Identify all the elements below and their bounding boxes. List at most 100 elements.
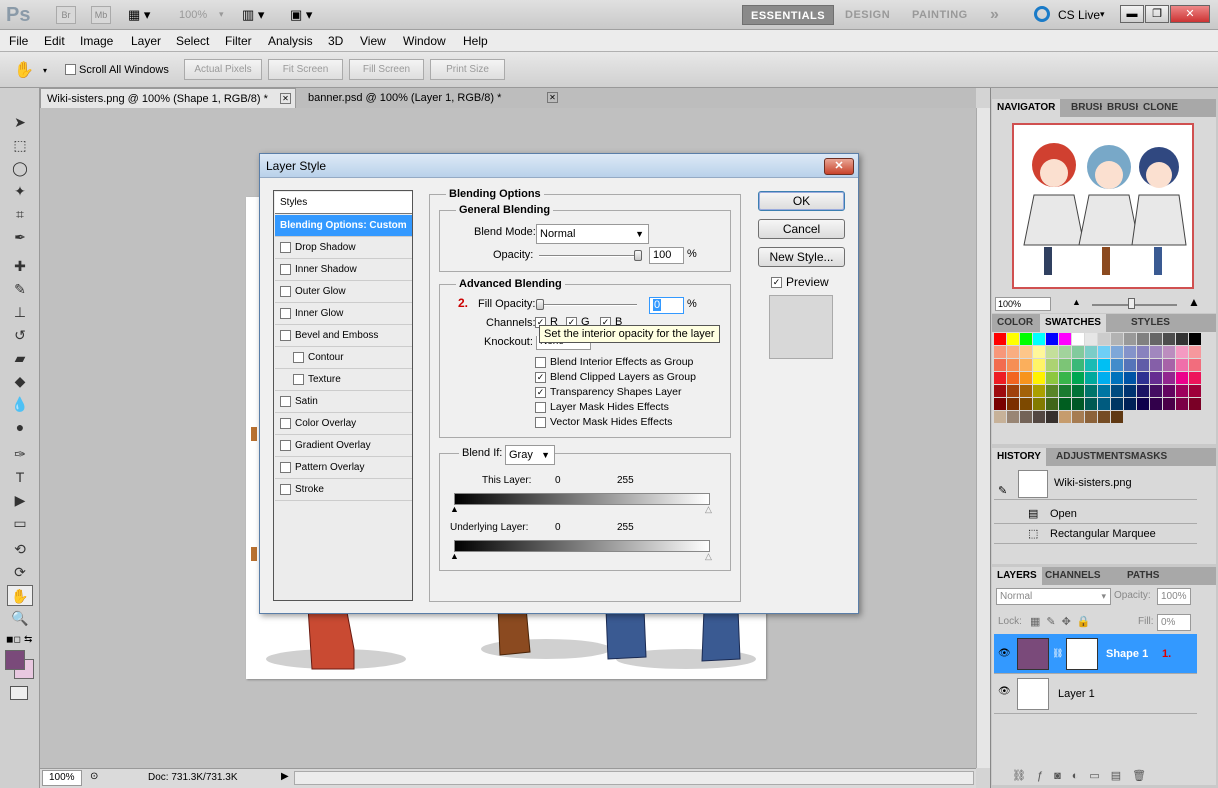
this-layer-black-thumb-icon[interactable]: ▲ — [450, 504, 459, 514]
color-swatch[interactable] — [1007, 333, 1019, 345]
history-brush-tool-icon[interactable]: ↺ — [7, 325, 33, 346]
color-swatch[interactable] — [1059, 359, 1071, 371]
tab-styles[interactable]: STYLES — [1126, 314, 1175, 332]
arrange-documents-icon[interactable]: ▥ ▾ — [242, 7, 264, 23]
layer-row-layer-1[interactable]: 👁 Layer 1 — [994, 674, 1197, 714]
3d-rotate-tool-icon[interactable]: ⟲ — [7, 539, 33, 560]
swatch-grid[interactable] — [994, 333, 1201, 423]
color-swatch[interactable] — [1163, 359, 1175, 371]
color-swatch[interactable] — [1150, 359, 1162, 371]
style-item[interactable]: Outer Glow — [275, 281, 412, 303]
color-swatch[interactable] — [1098, 346, 1110, 358]
color-swatch[interactable] — [1020, 411, 1032, 423]
color-swatch[interactable] — [1124, 385, 1136, 397]
history-item-open[interactable]: ▤ Open — [994, 504, 1197, 524]
color-swatch[interactable] — [1007, 359, 1019, 371]
color-swatch[interactable] — [1059, 372, 1071, 384]
print-size-button[interactable]: Print Size — [430, 59, 505, 80]
color-swatch[interactable] — [1176, 346, 1188, 358]
close-tab-icon[interactable]: ✕ — [547, 92, 558, 103]
tab-color[interactable]: COLOR — [992, 314, 1038, 332]
color-swatch[interactable] — [1098, 385, 1110, 397]
color-swatch[interactable] — [1124, 372, 1136, 384]
menu-file[interactable]: File — [9, 34, 28, 48]
color-swatch[interactable] — [1046, 372, 1058, 384]
menu-analysis[interactable]: Analysis — [268, 34, 313, 48]
actual-pixels-button[interactable]: Actual Pixels — [184, 59, 262, 80]
color-swatch[interactable] — [1020, 346, 1032, 358]
checkbox-icon[interactable] — [280, 242, 291, 253]
lock-icons[interactable]: ▦✎✥🔒 — [1030, 615, 1097, 628]
cs-live-label[interactable]: CS Live — [1058, 8, 1100, 22]
advanced-option[interactable]: Layer Mask Hides Effects — [535, 401, 669, 413]
color-swatch[interactable] — [1046, 385, 1058, 397]
crop-tool-icon[interactable]: ⌗ — [7, 204, 33, 225]
type-tool-icon[interactable]: T — [7, 467, 33, 488]
color-swatch[interactable] — [1189, 398, 1201, 410]
color-swatch[interactable] — [1124, 359, 1136, 371]
history-brush-source-icon[interactable]: ✎ — [998, 476, 1007, 506]
horizontal-scrollbar[interactable] — [294, 771, 974, 785]
checkbox-icon[interactable] — [280, 418, 291, 429]
color-swatch[interactable] — [1176, 333, 1188, 345]
color-swatch[interactable] — [1059, 333, 1071, 345]
checkbox-icon[interactable] — [293, 352, 304, 363]
visibility-eye-icon[interactable]: 👁 — [998, 648, 1011, 659]
history-snapshot[interactable]: ✎ Wiki-sisters.png — [994, 468, 1197, 500]
color-swatch[interactable] — [1033, 372, 1045, 384]
color-swatch[interactable] — [1046, 411, 1058, 423]
scroll-all-windows-checkbox[interactable] — [65, 64, 76, 75]
checkbox-icon[interactable] — [280, 264, 291, 275]
color-swatch[interactable] — [994, 359, 1006, 371]
view-extras-icon[interactable]: ▦ ▾ — [128, 7, 150, 23]
pen-tool-icon[interactable]: ✑ — [7, 444, 33, 465]
paint-bucket-tool-icon[interactable]: ◆ — [7, 371, 33, 392]
tab-wiki-sisters[interactable]: Wiki-sisters.png @ 100% (Shape 1, RGB/8)… — [40, 88, 296, 108]
preview-checkbox[interactable]: ✓ Preview — [771, 275, 829, 289]
color-swatch[interactable] — [1098, 411, 1110, 423]
path-selection-tool-icon[interactable]: ▶ — [7, 490, 33, 511]
underlying-black-thumb-icon[interactable]: ▲ — [450, 551, 459, 561]
color-swatch[interactable] — [1189, 372, 1201, 384]
blur-tool-icon[interactable]: 💧 — [7, 394, 33, 415]
zoom-tool-icon[interactable]: 🔍 — [7, 608, 33, 629]
menu-window[interactable]: Window — [403, 34, 446, 48]
style-item[interactable]: Contour — [275, 347, 412, 369]
more-workspaces-icon[interactable]: » — [990, 5, 999, 25]
style-item[interactable]: Gradient Overlay — [275, 435, 412, 457]
swap-colors-icon[interactable]: ⇆ — [24, 634, 32, 645]
color-swatch[interactable] — [1046, 359, 1058, 371]
hand-tool-icon[interactable]: ✋ — [7, 585, 33, 606]
navigator-zoom-input[interactable]: 100% — [995, 297, 1051, 311]
menu-select[interactable]: Select — [176, 34, 209, 48]
menu-edit[interactable]: Edit — [44, 34, 65, 48]
lasso-tool-icon[interactable]: ◯ — [7, 158, 33, 179]
default-colors-icon[interactable]: ◼◻ — [6, 634, 21, 645]
opacity-input[interactable]: 100 — [649, 247, 684, 264]
blend-mode-select[interactable]: Normal ▼ — [536, 224, 649, 244]
tab-history[interactable]: HISTORY — [992, 448, 1046, 466]
checkbox-icon[interactable] — [280, 440, 291, 451]
style-item[interactable]: Pattern Overlay — [275, 457, 412, 479]
color-swatch[interactable] — [1176, 385, 1188, 397]
zoom-level[interactable]: 100% — [179, 9, 207, 21]
color-swatch[interactable] — [1007, 372, 1019, 384]
fill-opacity-input[interactable]: 0 — [649, 297, 684, 314]
color-swatch[interactable] — [994, 346, 1006, 358]
dialog-close-button[interactable]: ✕ — [824, 158, 854, 175]
this-layer-gradient[interactable] — [454, 493, 710, 505]
style-item[interactable]: Texture — [275, 369, 412, 391]
fit-screen-button[interactable]: Fit Screen — [268, 59, 343, 80]
tab-paths[interactable]: PATHS — [1122, 567, 1164, 585]
style-item[interactable]: Blending Options: Custom — [275, 215, 412, 237]
checkbox-icon[interactable] — [280, 462, 291, 473]
color-swatch[interactable] — [1072, 346, 1084, 358]
zoom-dropdown-icon[interactable]: ▾ — [219, 9, 224, 20]
new-style-button[interactable]: New Style... — [758, 247, 845, 267]
menu-3d[interactable]: 3D — [328, 34, 343, 48]
color-swatch[interactable] — [1124, 398, 1136, 410]
color-swatch[interactable] — [1189, 333, 1201, 345]
history-item-marquee[interactable]: ⬚ Rectangular Marquee — [994, 524, 1197, 544]
eraser-tool-icon[interactable]: ▰ — [7, 348, 33, 369]
color-swatch[interactable] — [1059, 385, 1071, 397]
